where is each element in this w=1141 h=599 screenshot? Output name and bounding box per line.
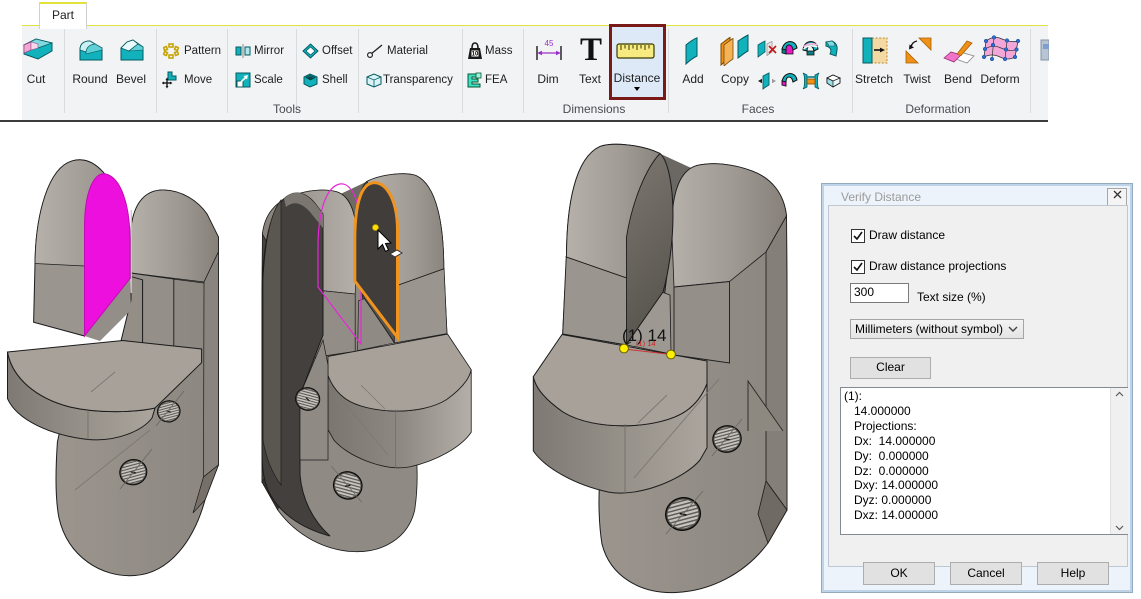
svg-text:(1) 14: (1) 14 [636, 339, 656, 348]
